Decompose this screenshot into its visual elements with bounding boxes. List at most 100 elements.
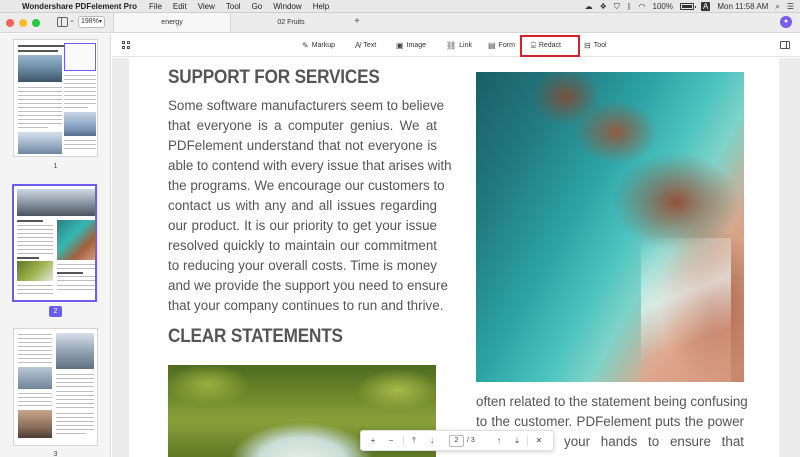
wifi-icon[interactable]: ◠	[639, 0, 646, 13]
grid-view-icon[interactable]	[122, 41, 130, 49]
text-line: and we provide the support you need to e…	[168, 278, 448, 293]
keyboard-input-icon[interactable]: A	[701, 2, 711, 11]
thumb-image	[18, 367, 52, 389]
form-label: Form	[498, 42, 515, 49]
form-icon: ▤	[488, 41, 496, 50]
text-button[interactable]: A̸ Text	[355, 34, 376, 57]
markup-label: Markup	[311, 42, 336, 49]
link-button[interactable]: ⛓ Link	[446, 34, 472, 57]
menu-go[interactable]: Go	[252, 2, 263, 11]
minimize-window-button[interactable]	[19, 19, 27, 27]
tool-button[interactable]: ⊟ Tool	[584, 34, 607, 57]
thumb-image	[18, 410, 52, 438]
link-label: Link	[459, 42, 472, 49]
page-number-1: 1	[53, 163, 58, 170]
toolbox-icon: ⊟	[584, 41, 591, 50]
thumb-image	[64, 112, 96, 136]
menu-file[interactable]: File	[149, 2, 162, 11]
text-line: contact us with any and all issues regar…	[168, 198, 437, 213]
bluetooth-icon[interactable]: ᛒ	[627, 0, 632, 13]
text-line: the programs. We encourage our customers…	[168, 178, 445, 193]
right-panel-toggle-icon[interactable]	[780, 41, 790, 49]
surf-foam	[641, 238, 731, 382]
page-thumbnail-3[interactable]	[13, 328, 98, 446]
page-number-3: 3	[53, 451, 58, 457]
page-number-input[interactable]: 2	[449, 435, 464, 447]
thumb-image	[57, 220, 95, 260]
link-icon: ⛓	[446, 41, 457, 50]
menu-bar: Wondershare PDFelement Pro File Edit Vie…	[0, 0, 800, 13]
zoom-in-button[interactable]: +	[367, 431, 379, 450]
add-tab-button[interactable]: +	[350, 13, 364, 32]
thumb-image	[17, 189, 95, 216]
heading-support-for-services[interactable]: SUPPORT FOR SERVICES	[168, 66, 380, 89]
zoom-select[interactable]: 198% ▾	[78, 16, 105, 28]
image-button[interactable]: ▣ Image	[396, 34, 426, 57]
maximize-window-button[interactable]	[32, 19, 40, 27]
text-line: to the customer. PDFelement puts the pow…	[476, 414, 744, 429]
text-edit-icon: A̸	[355, 41, 361, 50]
markup-button[interactable]: ✎ Markup	[302, 34, 335, 57]
text-line: PDFelement understand that not everyone …	[168, 138, 437, 153]
zoom-value: 198%	[81, 18, 99, 25]
sidebar-toggle-icon[interactable]	[57, 17, 68, 27]
zoom-out-button[interactable]: −	[385, 431, 397, 450]
page-thumbnail-2[interactable]	[12, 184, 97, 302]
last-page-icon[interactable]: ⤓	[511, 431, 523, 450]
image-label: Image	[406, 42, 427, 49]
heading-clear-statements[interactable]: CLEAR STATEMENTS	[168, 325, 343, 348]
page-total: / 3	[467, 437, 475, 444]
vpn-shield-icon[interactable]: ⛉	[614, 0, 620, 13]
tab-02-fruits[interactable]: 02 Fruits	[232, 13, 350, 32]
menu-tool[interactable]: Tool	[226, 2, 241, 11]
text-line: resolved quickly to maintain our commitm…	[168, 238, 437, 253]
text-label: Text	[363, 42, 377, 49]
first-page-icon[interactable]: ⤒	[408, 431, 420, 450]
thumb-title	[18, 45, 64, 47]
menu-edit[interactable]: Edit	[173, 2, 187, 11]
pdf-page[interactable]: SUPPORT FOR SERVICES Some software manuf…	[129, 58, 779, 457]
page-thumbnails-panel[interactable]: 1 2 3	[0, 34, 111, 457]
battery-icon[interactable]	[680, 3, 696, 10]
previous-page-icon[interactable]: ↓	[426, 431, 438, 450]
text-line: that everyone is a computer genius. We a…	[168, 118, 437, 133]
page-number-2: 2	[49, 306, 62, 317]
close-navigator-button[interactable]: ✕	[533, 431, 545, 450]
page-thumbnail-1[interactable]	[13, 39, 98, 157]
creative-cloud-icon[interactable]: ☁	[585, 0, 593, 13]
window-tab-bar: ⌄ 198% ▾ energy 02 Fruits + ●	[0, 13, 800, 33]
window-controls	[6, 19, 40, 27]
menu-help[interactable]: Help	[313, 2, 329, 11]
thumb-title	[18, 50, 58, 52]
spotlight-search-icon[interactable]: ⌕	[775, 0, 779, 13]
next-page-icon[interactable]: ↑	[493, 431, 505, 450]
tab-energy[interactable]: energy	[113, 13, 231, 32]
edit-toolbar: ✎ Markup A̸ Text ▣ Image ⛓ Link ▤ Form ⌸…	[112, 34, 800, 57]
app-menu[interactable]: Wondershare PDFelement Pro	[22, 2, 137, 11]
thumb-image	[17, 261, 53, 281]
battery-percent: 100%	[652, 2, 673, 11]
clock[interactable]: Mon 11:58 AM	[717, 0, 768, 13]
chevron-down-icon: ▾	[98, 19, 102, 25]
tool-label: Tool	[593, 42, 607, 49]
paragraph-support[interactable]: Some software manufacturers seem to beli…	[168, 96, 452, 316]
page-navigator: + − ⤒ ↓ 2 / 3 ↑ ⤓ ✕	[360, 430, 554, 451]
redact-highlight-box	[520, 35, 580, 57]
text-line: Some software manufacturers seem to beli…	[168, 98, 445, 113]
menu-window[interactable]: Window	[273, 2, 301, 11]
notification-center-icon[interactable]: ☰	[787, 0, 794, 13]
document-viewport[interactable]: SUPPORT FOR SERVICES Some software manuf…	[112, 58, 800, 457]
dropbox-icon[interactable]: ❖	[600, 0, 607, 13]
pen-icon: ✎	[302, 41, 309, 50]
close-window-button[interactable]	[6, 19, 14, 27]
text-line: that your company continues to run and t…	[168, 298, 444, 313]
chevron-down-icon[interactable]: ⌄	[69, 16, 75, 24]
account-avatar[interactable]: ●	[780, 16, 792, 28]
form-button[interactable]: ▤ Form	[488, 34, 515, 57]
menu-view[interactable]: View	[198, 2, 215, 11]
text-line: to reducing your overall costs. Time is …	[168, 258, 437, 273]
text-line: able to contend with every issue that ar…	[168, 158, 452, 173]
thumb-image	[18, 132, 62, 154]
text-line: our product. It is our priority to get y…	[168, 218, 437, 233]
thumb-image	[56, 333, 94, 369]
